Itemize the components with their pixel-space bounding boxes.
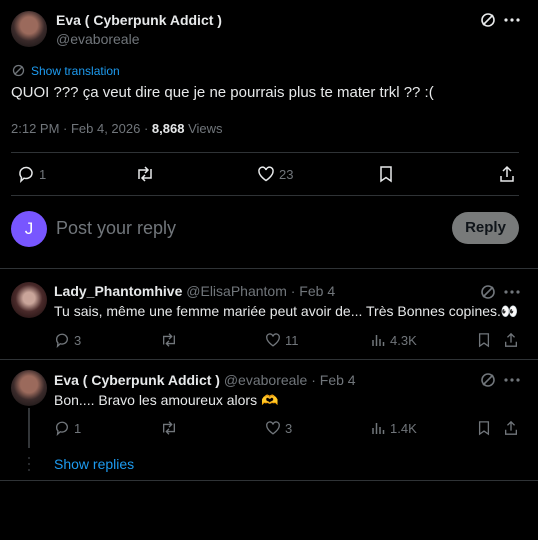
grok-icon[interactable]	[480, 12, 496, 33]
repost-icon	[135, 165, 155, 183]
reply-date[interactable]: · Feb 4	[307, 372, 355, 388]
repost-icon	[160, 332, 178, 348]
divider	[11, 195, 519, 196]
share-action[interactable]	[503, 420, 519, 436]
reply-header: Eva ( Cyberpunk Addict ) @evaboreale · F…	[54, 372, 356, 388]
views-action[interactable]: 1.4K	[370, 420, 417, 436]
divider	[0, 480, 538, 481]
grok-icon[interactable]	[480, 372, 496, 393]
author-name[interactable]: Eva ( Cyberpunk Addict )	[56, 12, 222, 28]
repost-icon	[160, 420, 178, 436]
author-handle[interactable]: @evaboreale	[224, 372, 308, 388]
reply-action[interactable]: 1	[54, 420, 81, 436]
repost-action[interactable]	[160, 332, 178, 348]
post-text: QUOI ??? ça veut dire que je ne pourrais…	[11, 84, 434, 101]
analytics-icon	[370, 332, 386, 348]
grok-icon[interactable]	[480, 284, 496, 305]
share-icon	[498, 165, 516, 183]
heart-icon	[265, 420, 281, 436]
bookmark-action[interactable]	[477, 332, 491, 348]
repost-action[interactable]	[135, 165, 155, 183]
share-icon	[503, 420, 519, 436]
reply-header: Lady_Phantomhive @ElisaPhantom · Feb 4	[54, 283, 335, 299]
reply-action[interactable]: 3	[54, 332, 81, 348]
share-action[interactable]	[498, 165, 516, 183]
post-meta: 2:12 PM · Feb 4, 2026 · 8,868 Views	[11, 121, 223, 136]
reply-action[interactable]: 1	[17, 165, 46, 183]
translate-icon	[12, 64, 25, 82]
show-replies-link[interactable]: Show replies	[54, 456, 134, 472]
author-handle[interactable]: @ElisaPhantom	[186, 283, 287, 299]
divider	[0, 268, 538, 269]
share-icon	[503, 332, 519, 348]
reply-text: Bon.... Bravo les amoureux alors 🫶	[54, 392, 279, 408]
views-label: Views	[184, 121, 223, 136]
repost-action[interactable]	[160, 420, 178, 436]
more-icon[interactable]	[503, 284, 521, 305]
reply-count: 1	[39, 166, 47, 182]
avatar[interactable]	[11, 11, 47, 47]
like-count: 3	[285, 420, 293, 436]
reply-input[interactable]: Post your reply	[56, 218, 176, 239]
more-dots-icon	[27, 456, 31, 477]
avatar[interactable]	[11, 282, 47, 318]
heart-icon	[257, 165, 275, 183]
bookmark-icon	[477, 420, 491, 436]
divider	[11, 152, 519, 153]
avatar-letter: J	[24, 219, 34, 238]
reply-count: 3	[74, 332, 82, 348]
reply-text: Tu sais, même une femme mariée peut avoi…	[54, 303, 519, 319]
reply-icon	[17, 165, 35, 183]
like-action[interactable]: 3	[265, 420, 292, 436]
reply-button[interactable]: Reply	[452, 212, 519, 244]
like-action[interactable]: 11	[265, 332, 299, 348]
my-avatar[interactable]: J	[11, 211, 47, 247]
share-action[interactable]	[503, 332, 519, 348]
bookmark-icon	[378, 165, 394, 183]
views-count: 8,868	[151, 121, 185, 136]
heart-icon	[265, 332, 281, 348]
post-timestamp[interactable]: 2:12 PM · Feb 4, 2026 ·	[11, 121, 152, 136]
analytics-icon	[370, 420, 386, 436]
author-name[interactable]: Lady_Phantomhive	[54, 283, 182, 299]
more-icon[interactable]	[503, 372, 521, 393]
thread-line	[28, 408, 30, 448]
bookmark-action[interactable]	[477, 420, 491, 436]
author-name[interactable]: Eva ( Cyberpunk Addict )	[54, 372, 220, 388]
like-action[interactable]: 23	[257, 165, 293, 183]
reply-date[interactable]: · Feb 4	[287, 283, 335, 299]
more-icon[interactable]	[503, 12, 521, 33]
bookmark-icon	[477, 332, 491, 348]
reply-count: 1	[74, 420, 82, 436]
like-count: 23	[279, 166, 294, 182]
views-count: 1.4K	[390, 420, 417, 436]
divider	[0, 359, 538, 360]
avatar[interactable]	[11, 370, 47, 406]
like-count: 11	[285, 332, 299, 348]
views-action[interactable]: 4.3K	[370, 332, 417, 348]
reply-icon	[54, 332, 70, 348]
author-handle[interactable]: @evaboreale	[56, 31, 140, 47]
reply-icon	[54, 420, 70, 436]
show-translation-link[interactable]: Show translation	[31, 64, 120, 78]
views-count: 4.3K	[390, 332, 417, 348]
bookmark-action[interactable]	[378, 165, 394, 183]
